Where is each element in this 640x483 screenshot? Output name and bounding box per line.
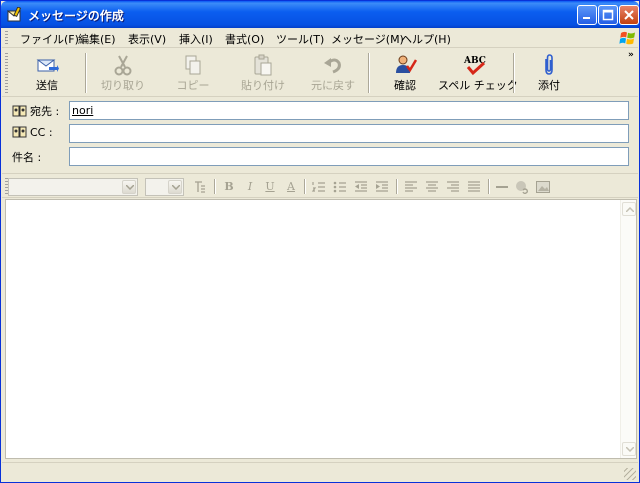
- subject-field[interactable]: [69, 147, 629, 166]
- decrease-indent-icon[interactable]: [353, 179, 369, 195]
- attach-label: 添付: [538, 79, 560, 92]
- spellcheck-label: スペル チェック: [438, 79, 518, 92]
- send-label: 送信: [36, 79, 58, 92]
- toolbar-overflow-chevron-icon[interactable]: »: [628, 50, 634, 60]
- align-left-icon[interactable]: [403, 179, 419, 195]
- to-field-value: nori: [72, 104, 94, 117]
- scroll-down-button[interactable]: [622, 442, 636, 456]
- scroll-up-button[interactable]: [622, 202, 636, 216]
- menu-message[interactable]: メッセージ(M): [329, 30, 406, 48]
- copy-label: コピー: [176, 79, 210, 92]
- title-bar[interactable]: メッセージの作成: [1, 1, 639, 28]
- send-icon: [36, 59, 59, 72]
- message-body-editor[interactable]: [6, 200, 621, 458]
- justify-icon[interactable]: [466, 179, 482, 195]
- format-separator: [214, 179, 216, 194]
- scissors-icon: [114, 55, 132, 76]
- undo-label: 元に戻す: [311, 79, 355, 92]
- close-button[interactable]: [619, 5, 639, 25]
- format-toolbar: B I U A: [2, 173, 638, 198]
- address-book-icon[interactable]: [12, 126, 28, 138]
- paste-button[interactable]: 貼り付け: [228, 51, 298, 95]
- cc-label: CC :: [30, 126, 53, 139]
- menu-file[interactable]: ファイル(F): [18, 30, 81, 48]
- address-fields: 宛先 : nori CC : 件名 :: [2, 98, 638, 170]
- undo-button[interactable]: 元に戻す: [298, 51, 368, 95]
- menu-view[interactable]: 表示(V): [126, 30, 168, 48]
- cc-field[interactable]: [69, 124, 629, 143]
- format-separator: [304, 179, 306, 194]
- to-row: 宛先 : nori: [2, 99, 638, 121]
- menu-insert[interactable]: 挿入(I): [177, 30, 215, 48]
- horizontal-line-icon[interactable]: [494, 179, 510, 195]
- compose-message-icon: [6, 6, 23, 22]
- paperclip-icon: [545, 54, 553, 75]
- format-separator: [396, 179, 398, 194]
- maximize-button[interactable]: [598, 5, 618, 25]
- numbered-list-icon[interactable]: [311, 179, 327, 195]
- cut-button[interactable]: 切り取り: [88, 51, 158, 95]
- paragraph-style-icon[interactable]: [192, 179, 208, 195]
- resize-grip-icon[interactable]: [624, 468, 636, 480]
- bullet-list-icon[interactable]: [332, 179, 348, 195]
- to-label: 宛先 :: [30, 105, 60, 118]
- main-toolbar: 送信 切り取り コピー 貼り付け 元に戻す 確認 ABC スペル チェック 添付…: [2, 49, 638, 97]
- menu-grip[interactable]: [5, 31, 8, 45]
- menu-format[interactable]: 書式(O): [223, 30, 266, 48]
- minimize-button[interactable]: [577, 5, 597, 25]
- underline-icon[interactable]: U: [262, 179, 278, 195]
- insert-picture-icon[interactable]: [535, 179, 551, 195]
- address-book-icon[interactable]: [12, 105, 28, 117]
- italic-icon[interactable]: I: [242, 179, 258, 195]
- to-label-wrap[interactable]: 宛先 :: [12, 103, 59, 119]
- paste-icon: [254, 54, 272, 76]
- spellcheck-icon: ABC: [463, 56, 486, 76]
- undo-icon: [324, 58, 341, 74]
- font-size-select[interactable]: [145, 178, 184, 196]
- attach-button[interactable]: 添付: [514, 51, 584, 95]
- menu-tools[interactable]: ツール(T): [274, 30, 326, 48]
- menu-bar: ファイル(F) 編集(E) 表示(V) 挿入(I) 書式(O) ツール(T) メ…: [2, 28, 638, 48]
- align-center-icon[interactable]: [424, 179, 440, 195]
- font-color-icon[interactable]: A: [283, 179, 299, 195]
- toolbar-separator: [85, 53, 87, 93]
- hyperlink-icon[interactable]: [514, 179, 530, 195]
- bold-icon[interactable]: B: [221, 179, 237, 195]
- chevron-down-icon[interactable]: [168, 180, 182, 194]
- menu-edit[interactable]: 編集(E): [76, 30, 118, 48]
- check-names-label: 確認: [394, 79, 416, 92]
- subject-row: 件名 :: [2, 145, 638, 167]
- font-name-select[interactable]: [8, 178, 138, 196]
- cc-row: CC :: [2, 122, 638, 144]
- message-body-area: [5, 199, 637, 459]
- send-button[interactable]: 送信: [12, 51, 82, 95]
- increase-indent-icon[interactable]: [374, 179, 390, 195]
- copy-icon: [185, 55, 201, 75]
- vertical-scrollbar[interactable]: [620, 200, 636, 458]
- cut-label: 切り取り: [101, 79, 145, 92]
- toolbar-grip[interactable]: [5, 53, 8, 93]
- menu-help[interactable]: ヘルプ(H): [399, 30, 453, 48]
- spellcheck-button[interactable]: ABC スペル チェック: [438, 51, 518, 95]
- windows-logo-icon: [619, 29, 637, 47]
- subject-label: 件名 :: [12, 151, 42, 164]
- cc-label-wrap[interactable]: CC :: [12, 126, 53, 139]
- format-separator: [488, 179, 490, 194]
- check-names-icon: [396, 55, 417, 73]
- align-right-icon[interactable]: [445, 179, 461, 195]
- to-field[interactable]: nori: [69, 101, 629, 120]
- copy-button[interactable]: コピー: [158, 51, 228, 95]
- window-title: メッセージの作成: [28, 9, 124, 23]
- compose-window: メッセージの作成 ファイル(F) 編集(E) 表示(V) 挿入(I) 書式(O)…: [0, 0, 640, 483]
- chevron-down-icon[interactable]: [122, 180, 136, 194]
- check-names-button[interactable]: 確認: [370, 51, 440, 95]
- status-bar: [2, 462, 638, 482]
- paste-label: 貼り付け: [241, 79, 285, 92]
